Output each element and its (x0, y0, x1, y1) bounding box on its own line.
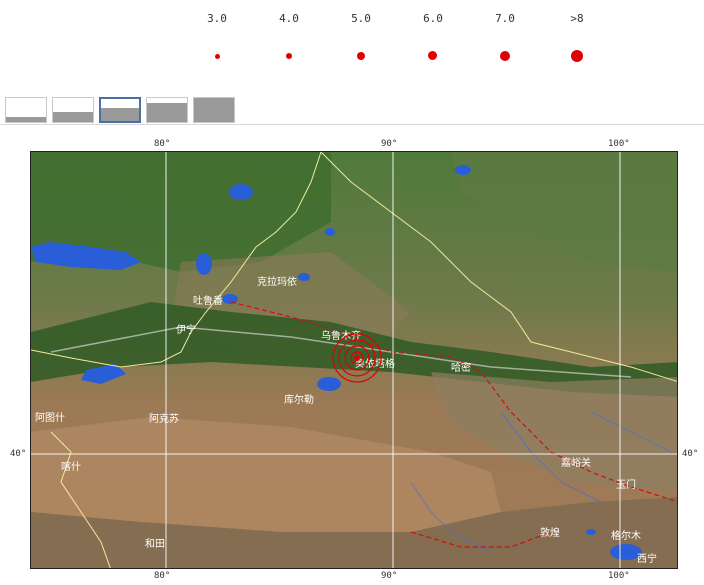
lake-bosten (317, 377, 341, 391)
legend-label-6: 6.0 (423, 12, 443, 25)
legend-dot-6 (428, 51, 437, 60)
place-label: 阿克苏 (149, 412, 179, 425)
lon-label-top-80: 80° (154, 139, 171, 149)
lake (325, 228, 335, 236)
legend-label-7: 7.0 (495, 12, 515, 25)
place-label: 吐鲁番 (193, 294, 223, 307)
place-label: 敦煌 (540, 526, 560, 539)
lon-label-bottom-100: 100° (608, 571, 630, 581)
place-label: 哈密 (451, 361, 471, 374)
place-label: 和田 (145, 538, 165, 550)
lon-label-bottom-90: 90° (381, 571, 398, 581)
lake (455, 165, 471, 175)
place-label: 伊宁 (176, 323, 196, 336)
layer-tab-3[interactable] (99, 97, 141, 123)
lake (586, 529, 596, 535)
lake (229, 184, 253, 200)
place-label: 喀什 (61, 460, 81, 473)
layer-tab-4[interactable] (146, 97, 188, 123)
legend-dot-4 (286, 53, 292, 59)
lon-label-bottom-80: 80° (154, 571, 171, 581)
legend-dot-5 (357, 52, 365, 60)
lon-label-top-100: 100° (608, 139, 630, 149)
place-label: 库尔勒 (284, 393, 314, 406)
tab-divider (0, 124, 704, 125)
lat-label-right: 40° (682, 449, 699, 459)
layer-tab-5[interactable] (193, 97, 235, 123)
place-label: 玉门 (616, 478, 636, 491)
legend-dot-8plus (571, 50, 583, 62)
lat-label-left: 40° (10, 449, 27, 459)
legend-label-5: 5.0 (351, 12, 371, 25)
legend-dot-3 (215, 54, 220, 59)
lake (298, 273, 310, 281)
lon-label-top-90: 90° (381, 139, 398, 149)
place-label: 克拉玛依 (257, 275, 297, 288)
place-label: 嘉峪关 (561, 456, 591, 469)
place-label: 阿图什 (35, 412, 65, 424)
lake (222, 294, 238, 304)
place-label: 格尔木 (611, 529, 641, 542)
legend-label-8plus: >8 (570, 12, 584, 25)
legend-dot-7 (500, 51, 510, 61)
map-view[interactable]: 乌鲁木齐 克拉玛依 奥依塔格 吐鲁番 哈密 库尔勒 阿克苏 喀什 和田 敦煌 玉… (30, 151, 678, 569)
relief-map: 乌鲁木齐 克拉玛依 奥依塔格 吐鲁番 哈密 库尔勒 阿克苏 喀什 和田 敦煌 玉… (31, 152, 677, 568)
layer-tab-1[interactable] (5, 97, 47, 123)
place-label: 西宁 (637, 552, 657, 565)
layer-tab-2[interactable] (52, 97, 94, 123)
legend-label-4: 4.0 (279, 12, 299, 25)
lake (196, 253, 212, 275)
legend-label-3: 3.0 (207, 12, 227, 25)
